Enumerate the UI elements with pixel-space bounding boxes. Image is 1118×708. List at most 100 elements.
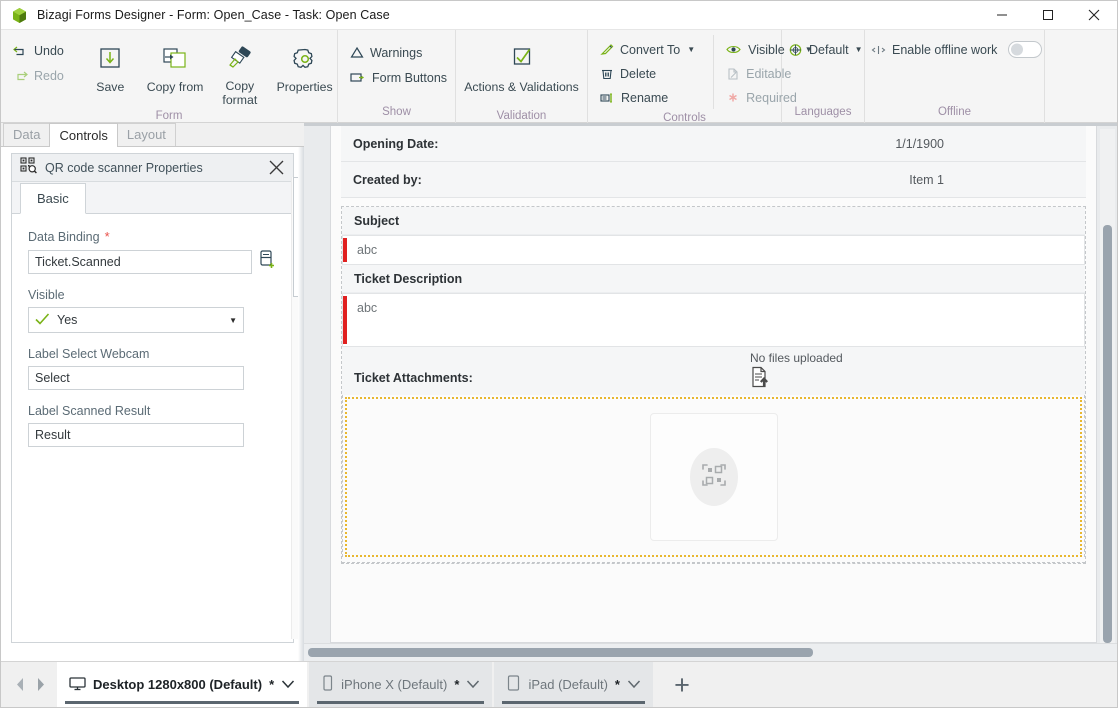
- properties-title: QR code scanner Properties: [45, 160, 203, 175]
- tab-layout[interactable]: Layout: [116, 123, 176, 146]
- visible-label: Visible: [748, 42, 785, 57]
- visible-select[interactable]: Yes ▼: [28, 307, 244, 333]
- qr-widget-container: [342, 395, 1085, 557]
- visible-field-label: Visible: [28, 288, 65, 302]
- actions-validations-label: Actions & Validations: [464, 80, 579, 94]
- label-scanned-result-input[interactable]: [28, 423, 244, 447]
- maximize-button[interactable]: [1025, 1, 1071, 30]
- data-binding-label: Data Binding: [28, 230, 100, 244]
- modified-marker: *: [269, 677, 275, 692]
- form-buttons-button[interactable]: Form Buttons: [346, 66, 451, 89]
- data-binding-input[interactable]: [28, 249, 252, 274]
- basic-tab-strip: Basic: [12, 182, 293, 214]
- ticket-attachments-row: Ticket Attachments: No files uploaded: [342, 347, 1085, 395]
- redo-button[interactable]: Redo: [9, 64, 68, 87]
- device-tab-desktop[interactable]: Desktop 1280x800 (Default) *: [57, 662, 310, 707]
- form-preview-sheet: Opening Date: 1/1/1900 Created by: Item …: [330, 126, 1097, 643]
- visible-select-value: Yes: [57, 313, 78, 327]
- subject-input[interactable]: abc: [342, 235, 1085, 265]
- canvas-horizontal-scrollbar[interactable]: [304, 643, 1117, 661]
- no-files-uploaded-text: No files uploaded: [750, 351, 843, 365]
- tab-data[interactable]: Data: [3, 123, 51, 146]
- device-tab-ipad[interactable]: iPad (Default) *: [494, 662, 655, 707]
- properties-label: Properties: [276, 80, 333, 94]
- properties-fields: Data Binding * Ticket.Scanned Visible Ye…: [12, 214, 293, 461]
- toggle-switch[interactable]: [1008, 41, 1043, 58]
- chevron-down-icon[interactable]: [281, 677, 295, 692]
- canvas-horizontal-scrollbar-thumb[interactable]: [308, 648, 813, 657]
- undo-label: Undo: [34, 43, 64, 58]
- ribbon-group-offline: Enable offline work Offline: [865, 30, 1045, 123]
- qr-code-icon: [701, 462, 727, 493]
- device-tab-iphone-x[interactable]: iPhone X (Default) *: [309, 662, 495, 707]
- canvas-scroll-area: Opening Date: 1/1/1900 Created by: Item …: [304, 126, 1117, 643]
- convert-to-label: Convert To: [620, 42, 681, 57]
- save-button[interactable]: Save: [78, 35, 143, 107]
- data-binding-row: [28, 249, 277, 274]
- default-language-button[interactable]: Default ▼: [782, 38, 867, 61]
- previous-device-arrow-icon[interactable]: [11, 674, 29, 696]
- attachments-status-group: No files uploaded: [750, 351, 843, 393]
- form-buttons-label: Form Buttons: [372, 70, 448, 85]
- enable-offline-work-label: Enable offline work: [892, 42, 998, 57]
- enable-offline-work-toggle[interactable]: Enable offline work: [865, 38, 1046, 61]
- warnings-button[interactable]: Warnings: [346, 41, 451, 64]
- sheet-empty-area: [341, 564, 1086, 642]
- minimize-button[interactable]: [979, 1, 1025, 30]
- copy-format-label: Copy format: [222, 79, 258, 107]
- next-device-arrow-icon[interactable]: [31, 674, 49, 696]
- save-icon: [95, 40, 125, 80]
- canvas-vertical-scrollbar-thumb[interactable]: [1103, 225, 1112, 643]
- canvas-vertical-scrollbar[interactable]: [1100, 129, 1115, 643]
- add-device-button[interactable]: +: [655, 662, 709, 707]
- qr-code-scanner-widget[interactable]: [345, 397, 1082, 557]
- modified-marker: *: [614, 677, 620, 692]
- chevron-down-icon[interactable]: ▼: [229, 316, 237, 325]
- opening-date-value: 1/1/1900: [895, 136, 944, 151]
- chevron-down-icon[interactable]: [466, 677, 480, 692]
- close-button[interactable]: [1071, 1, 1117, 30]
- row-spacer: [341, 198, 1086, 206]
- device-nav-arrows: [1, 662, 57, 707]
- upload-file-icon[interactable]: [750, 366, 771, 393]
- add-data-binding-icon[interactable]: [259, 249, 277, 274]
- chevron-down-icon[interactable]: ▼: [855, 45, 863, 54]
- ribbon-toolbar: Undo Redo Save Copy from Copy format Pro…: [1, 30, 1117, 124]
- ticket-description-input[interactable]: abc: [342, 293, 1085, 347]
- copy-format-button[interactable]: Copy format: [207, 35, 272, 107]
- chevron-down-icon[interactable]: ▼: [687, 45, 695, 54]
- actions-validations-button[interactable]: Actions & Validations: [457, 35, 587, 107]
- tab-controls[interactable]: Controls: [49, 123, 118, 147]
- qr-scanner-placeholder-card: [649, 413, 778, 541]
- ticket-description-label: Ticket Description: [342, 265, 1085, 293]
- ribbon-group-controls: Convert To ▼ Delete Rename Visible ▼ Edi…: [588, 30, 813, 124]
- redo-label: Redo: [34, 68, 64, 83]
- ribbon-group-show: Warnings Form Buttons Show: [338, 30, 456, 123]
- device-tab-label: Desktop 1280x800 (Default): [93, 677, 263, 692]
- chevron-down-icon[interactable]: [627, 677, 641, 692]
- copy-from-button[interactable]: Copy from: [143, 35, 208, 107]
- device-tab-label: iPad (Default): [528, 677, 608, 692]
- label-select-webcam-input[interactable]: [28, 366, 244, 390]
- app-window: Bizagi Forms Designer - Form: Open_Case …: [0, 0, 1118, 708]
- panel-tab-strip: Data Controls Layout: [1, 123, 304, 147]
- rename-label: Rename: [621, 90, 669, 105]
- properties-button[interactable]: Properties: [272, 35, 337, 107]
- properties-header: QR code scanner Properties: [12, 154, 293, 182]
- label-scanned-result-row: [28, 423, 277, 447]
- window-title: Bizagi Forms Designer - Form: Open_Case …: [37, 8, 390, 22]
- table-row: Opening Date: 1/1/1900: [341, 126, 1086, 162]
- tab-basic[interactable]: Basic: [20, 183, 86, 214]
- convert-to-button[interactable]: Convert To ▼: [596, 38, 699, 61]
- rename-button[interactable]: Rename: [596, 86, 699, 109]
- ribbon-group-label-languages: Languages: [794, 106, 852, 118]
- delete-button[interactable]: Delete: [596, 62, 699, 85]
- undo-button[interactable]: Undo: [9, 39, 68, 62]
- created-by-label: Created by:: [353, 172, 422, 187]
- opening-date-label: Opening Date:: [353, 136, 439, 151]
- created-by-value: Item 1: [909, 172, 944, 187]
- close-icon[interactable]: [265, 157, 287, 179]
- ticket-attachments-label: Ticket Attachments:: [354, 371, 473, 385]
- gear-icon: [289, 40, 321, 80]
- copy-format-icon: [224, 40, 256, 79]
